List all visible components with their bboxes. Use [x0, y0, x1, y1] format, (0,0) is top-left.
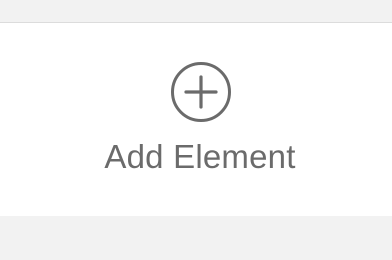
add-element-panel: Add Element — [0, 23, 392, 215]
top-divider-strip — [0, 0, 392, 23]
bottom-divider-strip — [0, 216, 392, 260]
add-element-label: Add Element — [104, 138, 296, 175]
page: Add Element — [0, 0, 392, 260]
plus-circle-icon — [171, 62, 231, 122]
add-element-button[interactable]: Add Element — [70, 58, 330, 208]
